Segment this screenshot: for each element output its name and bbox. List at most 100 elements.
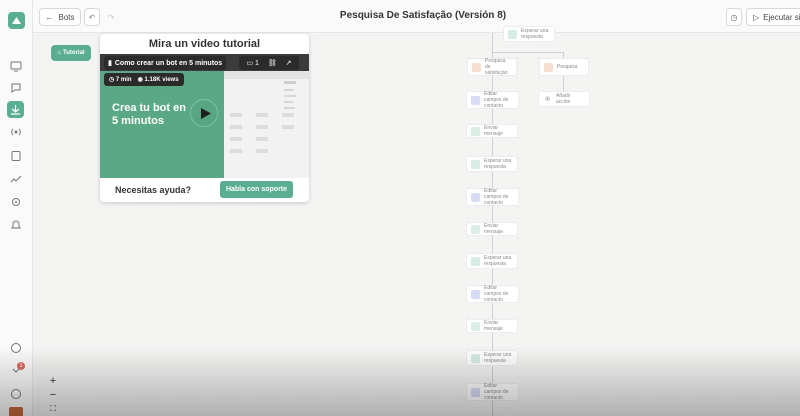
redo-icon: ↷ [107,12,115,22]
flow-node-edit-contact[interactable]: Editar campos de contacto [466,91,519,109]
flow-node-send-message[interactable]: Enviar mensaje [466,319,518,333]
history-icon: ◷ [730,12,738,22]
run-button[interactable]: ▷ Ejecutar sin [746,8,800,26]
graduation-cap-icon: ⌂ [57,50,62,56]
contact-card-icon [471,289,480,299]
redo-button[interactable]: ↷ [103,8,119,26]
undo-icon: ↶ [88,12,96,22]
hourglass-icon [471,353,480,363]
back-to-bots-button[interactable]: ← Bots [39,8,81,26]
node-label: Esperar una respuesta [484,255,512,267]
notification-badge: 1 [17,362,25,370]
video-views: 1.18K views [144,77,179,83]
hourglass-icon [471,159,480,169]
flow-node-send-message[interactable]: Enviar mensaje [466,124,518,138]
tutorial-card-title: Mira un video tutorial [148,38,261,50]
settings-icon[interactable] [10,196,22,208]
flow-node-wait[interactable]: Esperar una respuesta [466,253,518,269]
node-label: Editar campos de contacto [484,285,509,303]
node-label: Editar campos de contacto [484,188,509,206]
history-button[interactable]: ◷ [726,8,742,26]
undo-button[interactable]: ↶ [84,8,100,26]
survey-icon [472,62,481,72]
back-label: Bots [58,12,75,22]
contact-card-icon [471,192,480,202]
bell-icon[interactable] [10,219,22,231]
flow-node-edit-contact[interactable]: Editar campos de contacto [466,383,519,401]
node-label: Pesquisa [557,64,578,70]
link-icon[interactable]: ⛓ [268,59,277,67]
node-label: Enviar mensaje [484,320,503,332]
top-bar: ← Bots ↶ ↷ Pesquisa De Satisfação (Versi… [33,0,800,33]
page-title: Pesquisa De Satisfação (Versión 8) [339,10,507,21]
comment-count: 1 [255,60,259,67]
flow-node-survey-branch[interactable]: Pesquisa [539,58,589,76]
contact-card-icon [471,387,480,397]
hourglass-icon [508,29,517,39]
flow-node-survey[interactable]: Pesquisa de satisfação [467,58,517,76]
play-button[interactable] [190,99,218,127]
comment-icon[interactable]: ▭ 1 [246,59,258,67]
plus-icon: ⊕ [544,95,551,103]
node-label: Añadir acción [556,93,571,105]
flow-node-send-message[interactable]: Enviar mensaje [466,222,518,236]
book-icon[interactable] [10,150,22,162]
node-label: Esperar una respuesta [484,158,512,170]
node-label: Enviar mensaje [484,223,503,235]
whatsapp-icon[interactable] [10,342,22,354]
add-action-button[interactable]: ⊕ Añadir acción [538,91,590,107]
avatar[interactable] [9,407,23,416]
external-link-icon[interactable]: ↗ [286,59,292,67]
hourglass-icon [471,256,480,266]
run-label: Ejecutar sin [763,12,800,22]
tutorial-card: Mira un video tutorial ▮ Como crear un b… [100,34,309,202]
fit-view-button[interactable]: ⛶ [46,402,60,416]
flow-node-wait[interactable]: Esperar una respuesta [503,26,555,42]
flow-node-edit-contact[interactable]: Editar campos de contacto [466,188,519,206]
zoom-controls: + − ⛶ [46,374,60,416]
video-headline: Crea tu bot en 5 minutos [112,102,186,127]
contact-support-button[interactable]: Habla con soporte [220,181,293,198]
connector-line [492,52,564,53]
tutorial-video[interactable]: ▮ Como crear un bot en 5 minutos ▭ 1 ⛓ ↗… [100,54,309,178]
clock-icon: ◷ [109,77,115,83]
play-icon [200,107,211,119]
send-icon [471,224,480,234]
video-meta: ◷ 7 min ◉ 1.18K views [104,73,184,86]
chat-icon[interactable] [10,82,22,94]
play-icon: ▷ [753,12,760,22]
help-icon[interactable] [10,388,22,400]
node-label: Editar campos de contacto [484,383,509,401]
node-label: Editar campos de contacto [484,91,509,109]
node-label: Pesquisa de satisfação [485,58,508,76]
node-label: Esperar una respuesta [521,28,549,40]
zoom-in-button[interactable]: + [46,374,60,388]
send-icon [471,321,480,331]
tutorial-button[interactable]: ⌂ Tutorial [51,45,91,61]
presenter-icon: ▮ [108,60,112,67]
contact-card-icon [471,95,480,105]
node-label: Esperar una respuesta [484,352,512,364]
help-prompt: Necesitas ayuda? [115,185,192,195]
broadcast-icon[interactable] [10,126,22,138]
node-label: Enviar mensaje [484,125,503,137]
tutorial-chip-label: Tutorial [63,50,85,56]
zoom-out-button[interactable]: − [46,388,60,402]
arrow-left-icon: ← [45,12,54,22]
video-title: Como crear un bot en 5 minutos [114,59,223,67]
left-sidebar: 1 [0,0,33,416]
video-title-bar: ▮ Como crear un bot en 5 minutos [104,56,227,70]
flow-node-wait[interactable]: Esperar una respuesta [466,156,518,172]
video-actions: ▭ 1 ⛓ ↗ [239,56,299,70]
trend-icon[interactable] [10,173,22,185]
monitor-icon[interactable] [10,60,22,72]
flow-node-wait[interactable]: Esperar una respuesta [466,350,518,366]
flow-node-edit-contact[interactable]: Editar campos de contacto [466,285,519,303]
survey-icon [544,62,553,72]
eye-icon: ◉ [137,77,143,83]
video-duration: 7 min [115,77,132,83]
logo-icon[interactable] [8,12,25,29]
bot-icon[interactable] [7,101,24,118]
send-icon [471,126,480,136]
video-screenshot [224,71,309,178]
